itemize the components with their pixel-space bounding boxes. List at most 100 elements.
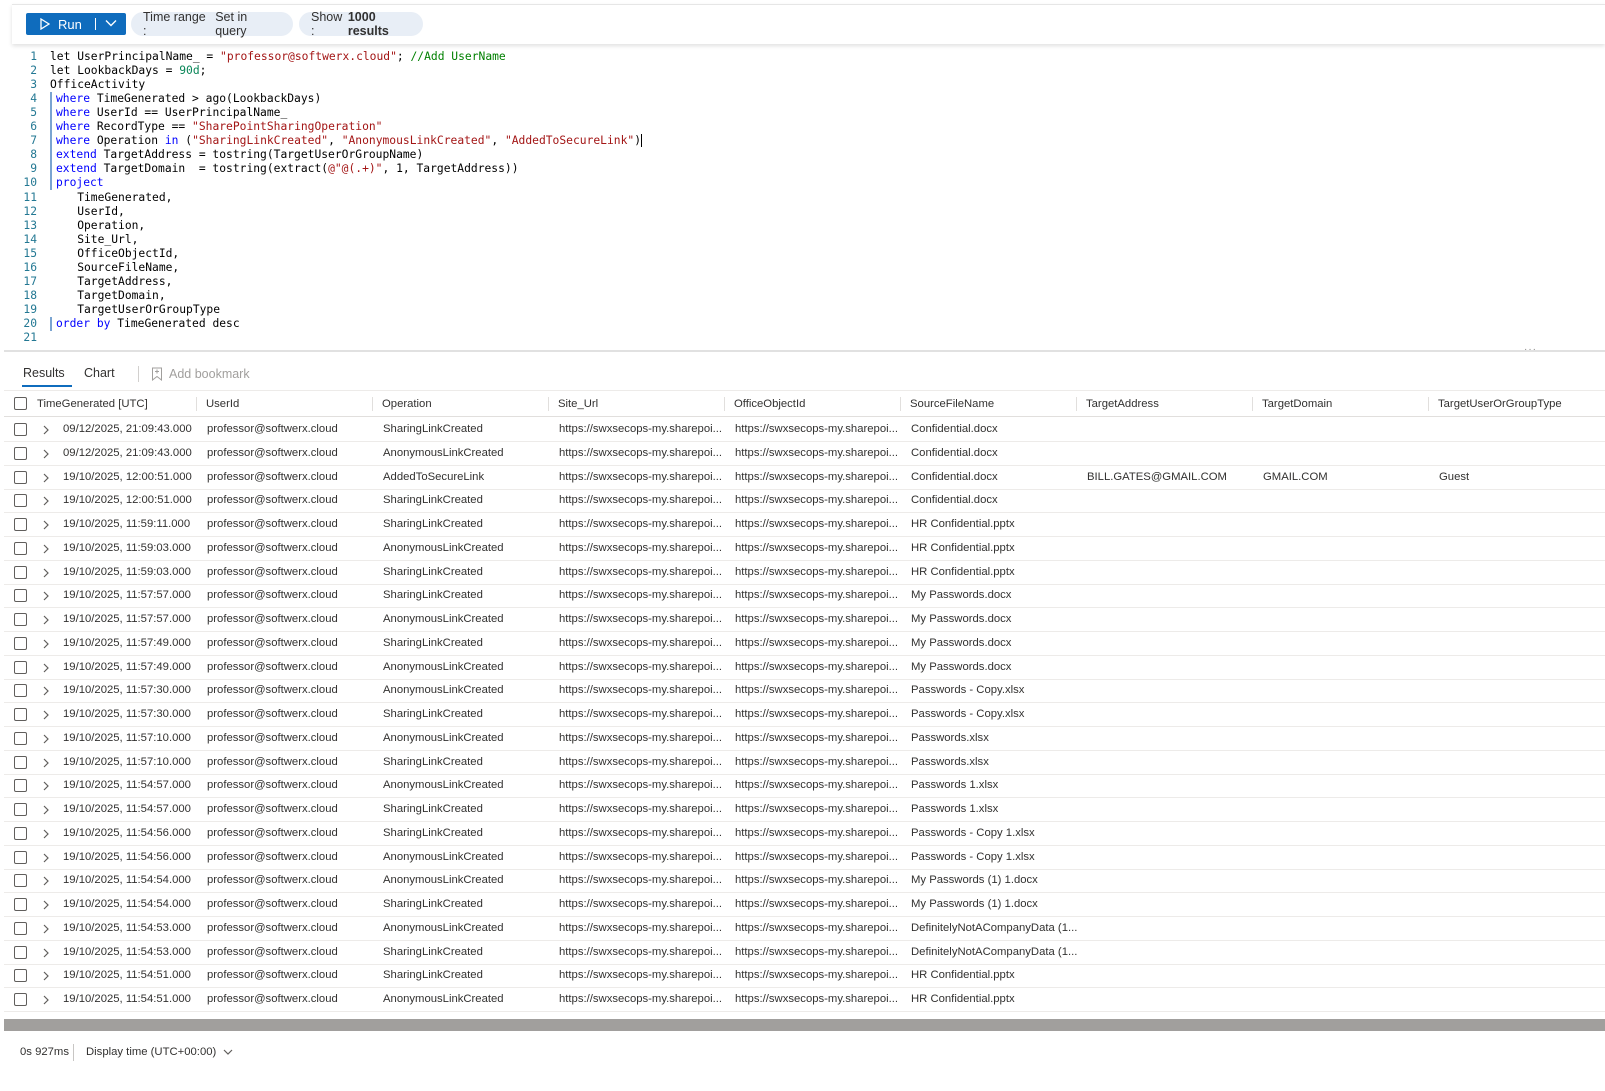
row-checkbox[interactable] xyxy=(14,708,27,721)
row-checkbox[interactable] xyxy=(14,898,27,911)
table-row[interactable]: 19/10/2025, 11:57:30.000 professor@softwe… xyxy=(4,679,1605,704)
chevron-right-icon[interactable] xyxy=(42,424,50,439)
chevron-right-icon[interactable] xyxy=(42,804,50,819)
table-row[interactable]: 19/10/2025, 12:00:51.000 professor@softwe… xyxy=(4,489,1605,514)
display-time-dropdown[interactable]: Display time (UTC+00:00) xyxy=(86,1046,234,1058)
show-results-button[interactable]: Show : 1000 results xyxy=(299,10,423,38)
horizontal-scrollbar[interactable] xyxy=(4,1019,1605,1031)
table-row[interactable]: 19/10/2025, 11:54:57.000 professor@softwe… xyxy=(4,774,1605,799)
table-row[interactable]: 19/10/2025, 11:54:53.000 professor@softwe… xyxy=(4,941,1605,965)
table-row[interactable]: 19/10/2025, 11:57:30.000 professor@softwe… xyxy=(4,703,1605,727)
table-row[interactable]: 19/10/2025, 11:54:53.000 professor@softwe… xyxy=(4,917,1605,941)
code-line[interactable]: 13 Operation, xyxy=(12,219,1605,233)
table-row[interactable]: 19/10/2025, 11:59:03.000 professor@softwe… xyxy=(4,537,1605,561)
column-header[interactable]: TargetUserOrGroupType xyxy=(1438,398,1562,410)
column-header[interactable]: TargetDomain xyxy=(1262,398,1332,410)
row-checkbox[interactable] xyxy=(14,803,27,816)
chevron-right-icon[interactable] xyxy=(42,638,50,653)
column-resize-handle[interactable] xyxy=(900,397,901,411)
code-line[interactable]: 2 let LookbackDays = 90d; xyxy=(12,64,1605,78)
table-row[interactable]: 09/12/2025, 21:09:43.000 professor@softwe… xyxy=(4,442,1605,466)
chevron-right-icon[interactable] xyxy=(42,899,50,914)
table-row[interactable]: 19/10/2025, 11:54:51.000 professor@softwe… xyxy=(4,964,1605,989)
row-checkbox[interactable] xyxy=(14,945,27,959)
chevron-right-icon[interactable] xyxy=(42,709,50,724)
chevron-right-icon[interactable] xyxy=(42,567,50,582)
row-checkbox[interactable] xyxy=(14,993,27,1006)
row-checkbox[interactable] xyxy=(14,423,27,436)
table-row[interactable]: 19/10/2025, 11:57:57.000 professor@softwe… xyxy=(4,584,1605,609)
chevron-right-icon[interactable] xyxy=(42,994,50,1009)
row-checkbox[interactable] xyxy=(14,494,27,508)
chevron-right-icon[interactable] xyxy=(42,852,50,867)
code-line[interactable]: 14 Site_Url, xyxy=(12,233,1605,247)
row-checkbox[interactable] xyxy=(14,613,27,626)
column-resize-handle[interactable] xyxy=(1428,397,1429,411)
column-header[interactable]: TargetAddress xyxy=(1086,398,1159,410)
table-row[interactable]: 19/10/2025, 11:57:57.000 professor@softwe… xyxy=(4,608,1605,632)
table-row[interactable]: 19/10/2025, 11:54:51.000 professor@softwe… xyxy=(4,988,1605,1012)
column-resize-handle[interactable] xyxy=(1252,397,1253,411)
table-row[interactable]: 19/10/2025, 11:54:56.000 professor@softwe… xyxy=(4,846,1605,870)
row-checkbox[interactable] xyxy=(14,518,27,531)
code-line[interactable]: 1 let UserPrincipalName_ = "professor@sof… xyxy=(12,50,1605,64)
chevron-right-icon[interactable] xyxy=(42,543,50,558)
code-line[interactable]: 21 xyxy=(12,331,1605,345)
code-line[interactable]: 9 extend TargetDomain = tostring(extract(… xyxy=(12,162,1605,177)
table-row[interactable]: 19/10/2025, 11:57:10.000 professor@softwe… xyxy=(4,751,1605,775)
more-options-icon[interactable]: ··· xyxy=(1524,344,1537,355)
column-header[interactable]: SourceFileName xyxy=(910,398,994,410)
chevron-right-icon[interactable] xyxy=(42,590,50,605)
code-line[interactable]: 4 where TimeGenerated > ago(LookbackDays) xyxy=(12,92,1605,107)
table-row[interactable]: 19/10/2025, 11:59:11.000 professor@softwe… xyxy=(4,513,1605,537)
chevron-right-icon[interactable] xyxy=(42,947,50,962)
code-line[interactable]: 10 project xyxy=(12,176,1605,191)
chevron-right-icon[interactable] xyxy=(42,685,50,700)
chevron-right-icon[interactable] xyxy=(42,495,50,510)
code-line[interactable]: 6 where RecordType == "SharePointSharingO… xyxy=(12,120,1605,135)
row-checkbox[interactable] xyxy=(14,541,27,555)
chevron-right-icon[interactable] xyxy=(42,875,50,890)
table-row[interactable]: 19/10/2025, 11:54:56.000 professor@softwe… xyxy=(4,822,1605,846)
code-line[interactable]: 7 where Operation in ("SharingLinkCreated… xyxy=(12,134,1605,149)
code-line[interactable]: 15 OfficeObjectId, xyxy=(12,247,1605,261)
code-line[interactable]: 16 SourceFileName, xyxy=(12,261,1605,275)
column-header[interactable]: OfficeObjectId xyxy=(734,398,805,410)
column-header[interactable]: TimeGenerated [UTC] xyxy=(37,398,148,410)
table-row[interactable]: 19/10/2025, 11:57:10.000 professor@softwe… xyxy=(4,727,1605,751)
table-row[interactable]: 19/10/2025, 11:59:03.000 professor@softwe… xyxy=(4,561,1605,585)
code-line[interactable]: 20 order by TimeGenerated desc xyxy=(12,316,1605,331)
table-row[interactable]: 09/12/2025, 21:09:43.000 professor@softwe… xyxy=(4,418,1605,442)
row-checkbox[interactable] xyxy=(14,969,27,983)
table-row[interactable]: 19/10/2025, 11:57:49.000 professor@softwe… xyxy=(4,632,1605,656)
code-line[interactable]: 17 TargetAddress, xyxy=(12,275,1605,289)
row-checkbox[interactable] xyxy=(14,850,27,864)
column-header[interactable]: Operation xyxy=(382,398,432,410)
column-resize-handle[interactable] xyxy=(548,397,549,411)
column-resize-handle[interactable] xyxy=(196,397,197,411)
row-checkbox[interactable] xyxy=(14,565,27,579)
code-line[interactable]: 19 TargetUserOrGroupType xyxy=(12,303,1605,317)
chevron-right-icon[interactable] xyxy=(42,757,50,772)
row-checkbox[interactable] xyxy=(14,779,27,793)
chevron-right-icon[interactable] xyxy=(42,448,50,463)
tab-results[interactable]: Results xyxy=(23,366,65,380)
run-button[interactable]: Run xyxy=(26,13,126,35)
row-checkbox[interactable] xyxy=(14,874,27,888)
table-row[interactable]: 19/10/2025, 12:00:51.000 professor@softwe… xyxy=(4,466,1605,490)
chevron-right-icon[interactable] xyxy=(42,828,50,843)
code-line[interactable]: 3 OfficeActivity xyxy=(12,78,1605,92)
tab-chart[interactable]: Chart xyxy=(84,366,115,380)
row-checkbox[interactable] xyxy=(14,589,27,603)
column-header[interactable]: UserId xyxy=(206,398,239,410)
row-checkbox[interactable] xyxy=(14,636,27,650)
pane-splitter[interactable] xyxy=(4,350,1605,352)
chevron-right-icon[interactable] xyxy=(42,472,50,487)
column-resize-handle[interactable] xyxy=(1076,397,1077,411)
row-checkbox[interactable] xyxy=(14,826,27,840)
table-row[interactable]: 19/10/2025, 11:57:49.000 professor@softwe… xyxy=(4,656,1605,680)
code-line[interactable]: 12 UserId, xyxy=(12,205,1605,219)
code-line[interactable]: 18 TargetDomain, xyxy=(12,289,1605,303)
table-row[interactable]: 19/10/2025, 11:54:57.000 professor@softwe… xyxy=(4,798,1605,822)
query-editor[interactable]: 1 let UserPrincipalName_ = "professor@sof… xyxy=(12,46,1605,348)
